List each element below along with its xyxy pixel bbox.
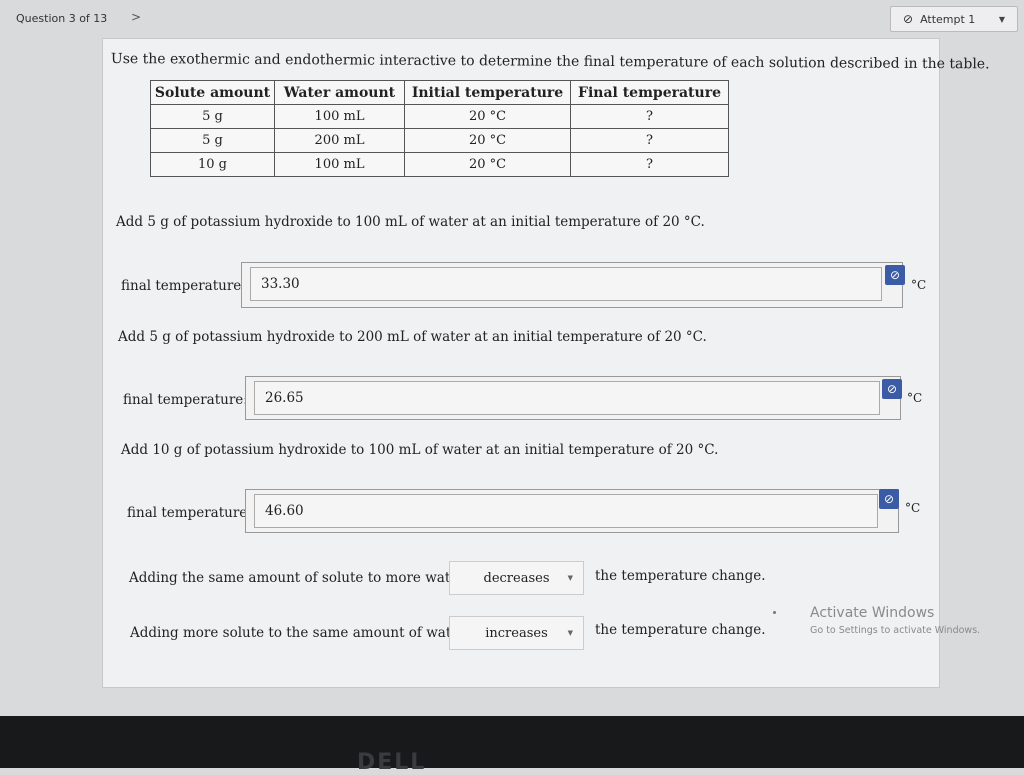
statement-2-ending: the temperature change. xyxy=(595,622,766,638)
table-row: 10 g 100 mL 20 °C ? xyxy=(150,152,729,177)
question-3-prompt: Add 10 g of potassium hydroxide to 100 m… xyxy=(121,442,719,458)
data-table: Solute amount Water amount Initial tempe… xyxy=(150,80,729,177)
table-header-row: Solute amount Water amount Initial tempe… xyxy=(150,80,729,105)
watermark-subtitle: Go to Settings to activate Windows. xyxy=(810,625,981,636)
question-card: Use the exothermic and endothermic inter… xyxy=(102,38,990,688)
statement-1-select[interactable]: decreases ▼ xyxy=(449,561,584,595)
next-question-icon[interactable]: > xyxy=(131,10,141,24)
monitor-logo: DELL xyxy=(357,750,427,775)
monitor-bezel xyxy=(0,716,1024,768)
table-cell: ? xyxy=(570,152,729,177)
unit-label: °C xyxy=(907,391,923,405)
caret-down-icon: ▼ xyxy=(567,574,573,582)
table-cell: 5 g xyxy=(150,128,275,153)
final-temperature-input-2[interactable] xyxy=(254,381,880,415)
table-cell: 20 °C xyxy=(404,104,571,129)
question-1-prompt: Add 5 g of potassium hydroxide to 100 mL… xyxy=(116,214,705,230)
activate-windows-watermark: Activate Windows Go to Settings to activ… xyxy=(810,605,980,636)
table-cell: ? xyxy=(570,128,729,153)
statement-1-ending: the temperature change. xyxy=(595,568,766,584)
caret-down-icon: ▼ xyxy=(567,629,573,637)
watermark-title: Activate Windows xyxy=(810,605,935,621)
table-cell: 20 °C xyxy=(404,128,571,153)
unit-label: °C xyxy=(911,278,927,292)
table-cell: 5 g xyxy=(150,104,275,129)
table-row: 5 g 100 mL 20 °C ? xyxy=(150,104,729,129)
table-row: 5 g 200 mL 20 °C ? xyxy=(150,128,729,153)
question-1-answer-box: ⊘ xyxy=(241,262,905,308)
table-cell: 100 mL xyxy=(274,104,405,129)
column-header: Final temperature xyxy=(570,80,729,105)
final-temperature-input-1[interactable] xyxy=(250,267,882,301)
statement-1-text: Adding the same amount of solute to more… xyxy=(129,570,465,586)
select-value: decreases xyxy=(483,570,550,586)
statement-2-select[interactable]: increases ▼ xyxy=(449,616,584,650)
dot xyxy=(773,611,776,614)
instructions: Use the exothermic and endothermic inter… xyxy=(110,51,990,73)
question-3-label: final temperature: xyxy=(127,505,252,521)
table-cell: 20 °C xyxy=(404,152,571,177)
table-cell: 200 mL xyxy=(274,128,405,153)
select-value: increases xyxy=(485,625,548,641)
attempt-dropdown[interactable]: ⊘ Attempt 1 ▼ xyxy=(890,6,1018,32)
column-header: Solute amount xyxy=(150,80,275,105)
circle-slash-icon[interactable]: ⊘ xyxy=(879,489,899,509)
question-3-answer-box: ⊘ xyxy=(245,489,899,533)
attempt-label: Attempt 1 xyxy=(920,12,976,26)
final-temperature-input-3[interactable] xyxy=(254,494,878,528)
table-cell: ? xyxy=(570,104,729,129)
circle-slash-icon[interactable]: ⊘ xyxy=(885,265,905,285)
question-2-prompt: Add 5 g of potassium hydroxide to 200 mL… xyxy=(118,329,707,345)
column-header: Water amount xyxy=(274,80,405,105)
question-2-label: final temperature: xyxy=(123,392,248,408)
circle-slash-icon: ⊘ xyxy=(903,12,914,26)
top-bar: Question 3 of 13 > ⊘ Attempt 1 ▼ xyxy=(0,0,1024,36)
caret-down-icon: ▼ xyxy=(998,14,1005,24)
question-1-label: final temperature: xyxy=(121,278,246,294)
question-2-answer-box: ⊘ xyxy=(245,376,902,420)
table-cell: 10 g xyxy=(150,152,275,177)
circle-slash-icon[interactable]: ⊘ xyxy=(882,379,902,399)
question-counter: Question 3 of 13 xyxy=(16,12,108,25)
column-header: Initial temperature xyxy=(404,80,571,105)
unit-label: °C xyxy=(905,501,921,515)
statement-2-text: Adding more solute to the same amount of… xyxy=(130,625,466,641)
table-cell: 100 mL xyxy=(274,152,405,177)
